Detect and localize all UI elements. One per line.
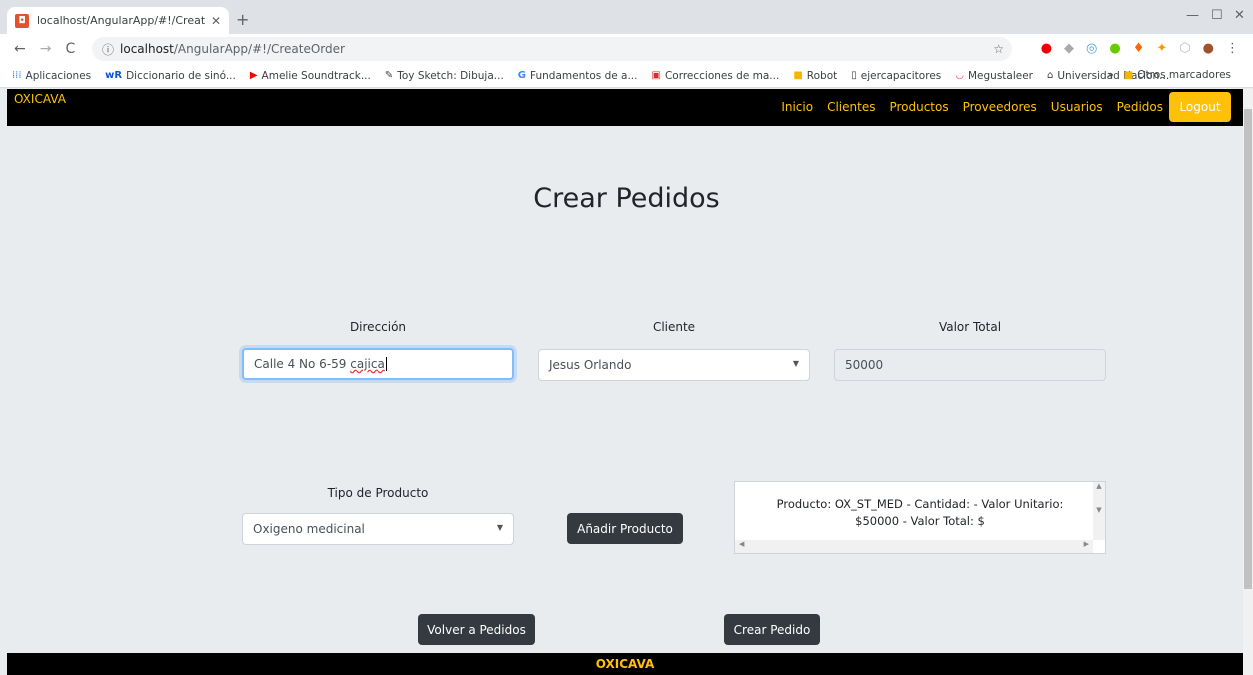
extension-icon[interactable]: ⬡ <box>1179 41 1190 56</box>
new-tab-icon[interactable]: + <box>236 10 249 29</box>
chevron-down-icon: ▼ <box>496 523 503 532</box>
bookmark-item[interactable]: ■ Robot <box>793 70 837 82</box>
valor-total-label: Valor Total <box>938 320 1002 334</box>
extensions-area: ● ◆ ◎ ● ♦ ✦ ⬡ ● ⋮ <box>1041 41 1239 56</box>
site-favicon-icon: ◘ <box>15 13 29 28</box>
forward-arrow-icon[interactable]: → <box>40 41 52 57</box>
page-footer: OXICAVA <box>7 653 1243 675</box>
nav-link-clientes[interactable]: Clientes <box>827 100 875 114</box>
nav-link-inicio[interactable]: Inicio <box>781 100 813 114</box>
reload-icon[interactable]: C <box>65 41 75 57</box>
list-horizontal-scrollbar[interactable]: ◀ ▶ <box>735 540 1093 553</box>
profile-avatar[interactable]: ● <box>1203 41 1214 56</box>
bookmarks-bar: ⁞⁞⁞ Aplicaciones wR Diccionario de sinó...… <box>0 64 1253 88</box>
scrollbar-thumb[interactable] <box>1244 109 1252 589</box>
tipo-producto-value: Oxigeno medicinal <box>253 522 365 536</box>
tipo-producto-select[interactable]: Oxigeno medicinal ▼ <box>242 513 514 545</box>
sketch-icon: ✎ <box>384 70 394 81</box>
nav-links: Inicio Clientes Productos Proveedores Us… <box>781 100 1163 114</box>
extension-icon[interactable]: ◎ <box>1086 41 1097 56</box>
megustaleer-icon: ◡ <box>955 70 964 81</box>
correction-icon: ▣ <box>651 70 661 81</box>
opera-extension-icon[interactable]: ● <box>1041 41 1052 56</box>
page-scrollbar[interactable] <box>1243 89 1253 675</box>
browser-toolbar: ← → C ⓘ localhost/AngularApp/#!/CreateOr… <box>0 34 1253 64</box>
cliente-value: Jesus Orlando <box>549 358 632 372</box>
info-icon[interactable]: ⓘ <box>102 41 114 58</box>
close-icon[interactable]: ✕ <box>211 14 221 28</box>
url-path: /AngularApp/#!/CreateOrder <box>173 42 345 56</box>
other-bookmarks[interactable]: ■ Otros marcadores <box>1124 69 1231 81</box>
bookmark-item[interactable]: ▣ Correcciones de ma... <box>651 70 779 82</box>
folder-icon: ■ <box>793 70 803 81</box>
back-to-orders-button[interactable]: Volver a Pedidos <box>418 614 535 645</box>
add-product-button[interactable]: Añadir Producto <box>567 513 683 544</box>
direccion-input[interactable]: Calle 4 No 6-59 cajica <box>242 348 514 380</box>
bookmark-item[interactable]: G Fundamentos de a... <box>518 70 638 82</box>
chevron-down-icon: ▼ <box>792 359 799 368</box>
url-host: localhost <box>120 42 174 56</box>
product-list[interactable]: Producto: OX_ST_MED - Cantidad: - Valor … <box>734 481 1106 554</box>
extension-icon[interactable]: ◆ <box>1064 41 1074 56</box>
cliente-label: Cliente <box>652 320 696 334</box>
nav-link-productos[interactable]: Productos <box>889 100 948 114</box>
bookmark-item[interactable]: ✎ Toy Sketch: Dibuja... <box>385 70 504 82</box>
bookmark-item[interactable]: wR Diccionario de sinó... <box>105 70 236 82</box>
maximize-icon[interactable]: ☐ <box>1211 8 1223 23</box>
folder-icon: ■ <box>1123 69 1134 81</box>
tab-title: localhost/AngularApp/#!/Create( <box>37 14 205 27</box>
nav-link-usuarios[interactable]: Usuarios <box>1051 100 1103 114</box>
nav-link-proveedores[interactable]: Proveedores <box>963 100 1037 114</box>
bookmark-item[interactable]: ▯ ejercapacitores <box>851 70 941 82</box>
google-icon: G <box>517 70 526 81</box>
extension-icon[interactable]: ● <box>1109 41 1120 56</box>
nav-link-pedidos[interactable]: Pedidos <box>1117 100 1163 114</box>
back-arrow-icon[interactable]: ← <box>14 41 26 57</box>
bookmark-apps[interactable]: ⁞⁞⁞ Aplicaciones <box>12 70 91 82</box>
extension-icon[interactable]: ♦ <box>1133 41 1145 56</box>
create-order-button[interactable]: Crear Pedido <box>724 614 820 645</box>
youtube-icon: ▶ <box>249 70 258 81</box>
bookmark-item[interactable]: ▶ Amelie Soundtrack... <box>250 70 371 82</box>
direccion-label: Dirección <box>349 320 407 334</box>
browser-tab-strip: ◘ localhost/AngularApp/#!/Create( ✕ + — … <box>0 0 1253 34</box>
page-icon: ▯ <box>851 70 857 81</box>
menu-icon[interactable]: ⋮ <box>1226 41 1239 56</box>
extension-icon[interactable]: ✦ <box>1156 41 1167 56</box>
bookmarks-overflow[interactable]: » <box>1107 69 1113 81</box>
university-icon: ⌂ <box>1047 70 1054 81</box>
apps-grid-icon: ⁞⁞⁞ <box>12 70 22 81</box>
minimize-icon[interactable]: — <box>1186 8 1199 23</box>
direccion-value: Calle 4 No 6-59 <box>254 357 347 371</box>
list-vertical-scrollbar[interactable]: ▲ ▼ <box>1093 482 1105 540</box>
list-item: Producto: OX_ST_MED - Cantidad: - Valor … <box>765 496 1075 530</box>
tipo-producto-label: Tipo de Producto <box>327 486 429 500</box>
brand-logo[interactable]: OXICAVA <box>14 92 66 106</box>
window-close-icon[interactable]: ✕ <box>1234 8 1245 23</box>
logout-button[interactable]: Logout <box>1169 92 1231 122</box>
cliente-select[interactable]: Jesus Orlando ▼ <box>538 349 810 381</box>
app-navbar: OXICAVA Inicio Clientes Productos Provee… <box>7 89 1243 126</box>
star-icon[interactable]: ☆ <box>993 42 1004 56</box>
valor-total-value: 50000 <box>845 358 884 372</box>
valor-total-field: 50000 <box>834 349 1106 381</box>
product-line-1: Producto: OX_ST_MED - Cantidad: - Valor … <box>776 497 1064 511</box>
bookmark-item[interactable]: ◡ Megustaleer <box>955 70 1033 82</box>
address-bar[interactable]: ⓘ localhost/AngularApp/#!/CreateOrder ☆ <box>92 37 1012 61</box>
browser-tab[interactable]: ◘ localhost/AngularApp/#!/Create( ✕ <box>7 7 229 34</box>
product-line-2: $50000 - Valor Total: $ <box>855 514 985 528</box>
page-title: Crear Pedidos <box>533 183 720 214</box>
direccion-value-misspelled: cajica <box>350 357 385 371</box>
wordreference-icon: wR <box>105 70 123 81</box>
